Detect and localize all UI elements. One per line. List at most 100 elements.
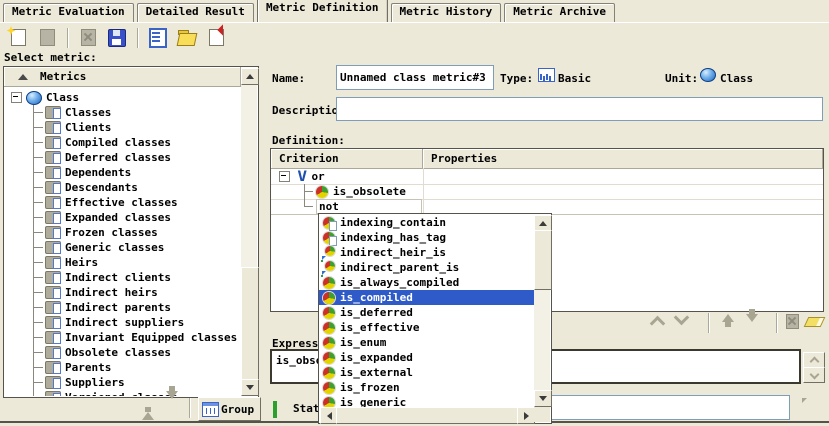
criterion-row-is-obsolete[interactable]: is_obsolete: [271, 184, 823, 200]
or-criterion-icon: [674, 310, 690, 326]
properties-column-header[interactable]: Properties: [423, 149, 823, 168]
expression-scroll-down-button[interactable]: [803, 367, 825, 383]
save-metric-icon: [108, 29, 126, 47]
move-metric-up-button[interactable]: [142, 399, 154, 412]
reload-metrics-button[interactable]: [146, 26, 170, 50]
tab-metric-archive[interactable]: Metric Archive: [504, 3, 615, 22]
tree-item-indirect-clients[interactable]: Indirect clients: [5, 270, 240, 285]
description-input[interactable]: [336, 97, 823, 121]
tree-item-indirect-parents[interactable]: Indirect parents: [5, 300, 240, 315]
dropdown-item-is_frozen[interactable]: is_frozen: [319, 380, 535, 395]
scroll-down-button[interactable]: [241, 379, 259, 396]
dropdown-item-is_effective[interactable]: is_effective: [319, 320, 535, 335]
tree-item-class-root[interactable]: Class: [5, 90, 240, 105]
criterion-pie-icon: [323, 337, 335, 349]
tree-item-heirs[interactable]: Heirs: [5, 255, 240, 270]
criterion-column-header[interactable]: Criterion: [271, 149, 423, 168]
erase-criterion-button[interactable]: [806, 317, 823, 327]
reload-metrics-icon: [149, 28, 167, 48]
scrollbar-thumb[interactable]: [241, 267, 259, 383]
dropdown-item-indexing_contain[interactable]: indexing_contain: [319, 215, 535, 230]
name-input[interactable]: [336, 65, 494, 90]
toolbar-separator: [137, 28, 138, 48]
duplicate-metric-button[interactable]: [35, 26, 59, 50]
tree-vertical-scrollbar[interactable]: [241, 68, 257, 396]
tree-item-deferred-classes[interactable]: Deferred classes: [5, 150, 240, 165]
metric-tree-header[interactable]: Metrics: [4, 67, 241, 87]
scrollbar-thumb[interactable]: [336, 407, 521, 424]
metric-icon: [45, 151, 61, 164]
dropdown-item-is_generic[interactable]: is_generic: [319, 395, 535, 407]
tree-branch-line: [27, 105, 45, 120]
tree-item-suppliers[interactable]: Suppliers: [5, 375, 240, 390]
tree-item-frozen-classes[interactable]: Frozen classes: [5, 225, 240, 240]
class-unit-icon: [26, 91, 42, 105]
export-metric-button[interactable]: [204, 26, 228, 50]
dropdown-item-is_compiled[interactable]: is_compiled: [319, 290, 535, 305]
criterion-pie-page-icon: [323, 217, 335, 229]
scroll-right-button[interactable]: [517, 407, 535, 424]
tab-detailed-result[interactable]: Detailed Result: [137, 3, 254, 22]
dropdown-item-indirect_heir_is[interactable]: indirect_heir_is: [319, 245, 535, 260]
tree-item-dependents[interactable]: Dependents: [5, 165, 240, 180]
move-criterion-down-button[interactable]: [746, 314, 758, 322]
tree-item-generic-classes[interactable]: Generic classes: [5, 240, 240, 255]
unit-label: Unit:: [665, 72, 698, 86]
scrollbar-thumb[interactable]: [534, 230, 552, 290]
open-metric-file-button[interactable]: [175, 26, 199, 50]
dropdown-item-is_enum[interactable]: is_enum: [319, 335, 535, 350]
collapse-icon[interactable]: [11, 92, 22, 103]
criterion-row-or[interactable]: V or: [271, 169, 823, 185]
new-metric-icon: [11, 29, 26, 46]
dropdown-vertical-scrollbar[interactable]: [534, 215, 550, 407]
criterion-edit-box[interactable]: not: [316, 199, 422, 214]
metric-icon: [45, 226, 61, 239]
tree-item-compiled-classes[interactable]: Compiled classes: [5, 135, 240, 150]
tree-branch-line: [27, 285, 45, 300]
dropdown-item-indirect_parent_is[interactable]: indirect_parent_is: [319, 260, 535, 275]
tree-branch-line: [27, 195, 45, 210]
tree-item-obsolete-classes[interactable]: Obsolete classes: [5, 345, 240, 360]
expression-scroll-up-button[interactable]: [803, 352, 825, 368]
move-metric-down-button[interactable]: [166, 399, 178, 412]
collapse-icon[interactable]: [279, 171, 290, 182]
tree-item-effective-classes[interactable]: Effective classes: [5, 195, 240, 210]
criterion-pie-arrows-icon: [325, 246, 335, 256]
tree-item-clients[interactable]: Clients: [5, 120, 240, 135]
tree-item-invariant-equipped-classes[interactable]: Invariant Equipped classes: [5, 330, 240, 345]
scroll-up-button[interactable]: [241, 68, 259, 85]
duplicate-metric-icon: [40, 29, 55, 46]
tree-item-indirect-suppliers[interactable]: Indirect suppliers: [5, 315, 240, 330]
scroll-down-button[interactable]: [534, 390, 552, 407]
save-metric-button[interactable]: [105, 26, 129, 50]
delete-metric-button[interactable]: [76, 26, 100, 50]
chevron-down-icon: [809, 369, 819, 379]
tree-item-classes[interactable]: Classes: [5, 105, 240, 120]
tree-branch-line: [27, 375, 45, 390]
tree-item-versioned-classes[interactable]: Versioned classes: [5, 390, 240, 396]
dropdown-item-is_always_compiled[interactable]: is_always_compiled: [319, 275, 535, 290]
tab-metric-history[interactable]: Metric History: [391, 3, 502, 22]
dropdown-item-indexing_has_tag[interactable]: indexing_has_tag: [319, 230, 535, 245]
move-criterion-up-button[interactable]: [722, 314, 734, 322]
tree-item-indirect-heirs[interactable]: Indirect heirs: [5, 285, 240, 300]
and-criterion-button[interactable]: [652, 314, 663, 329]
criterion-pie-icon: [323, 382, 335, 394]
metric-tree: Metrics Class Classes Clients: [3, 66, 259, 398]
dropdown-horizontal-scrollbar[interactable]: [320, 407, 535, 422]
delete-criterion-button[interactable]: [786, 314, 799, 329]
dropdown-item-is_deferred[interactable]: is_deferred: [319, 305, 535, 320]
metric-icon: [45, 301, 61, 314]
tree-item-parents[interactable]: Parents: [5, 360, 240, 375]
toolbar-separator: [67, 28, 68, 48]
metric-tree-rows: Class Classes Clients Compiled classes: [5, 87, 240, 396]
dropdown-item-is_expanded[interactable]: is_expanded: [319, 350, 535, 365]
group-button[interactable]: Group: [198, 397, 261, 421]
tree-item-descendants[interactable]: Descendants: [5, 180, 240, 195]
dropdown-item-is_external[interactable]: is_external: [319, 365, 535, 380]
tab-metric-definition[interactable]: Metric Definition: [257, 0, 388, 22]
new-metric-button[interactable]: [6, 26, 30, 50]
tree-item-expanded-classes[interactable]: Expanded classes: [5, 210, 240, 225]
tab-metric-evaluation[interactable]: Metric Evaluation: [3, 3, 134, 22]
or-criterion-button[interactable]: [676, 314, 687, 323]
